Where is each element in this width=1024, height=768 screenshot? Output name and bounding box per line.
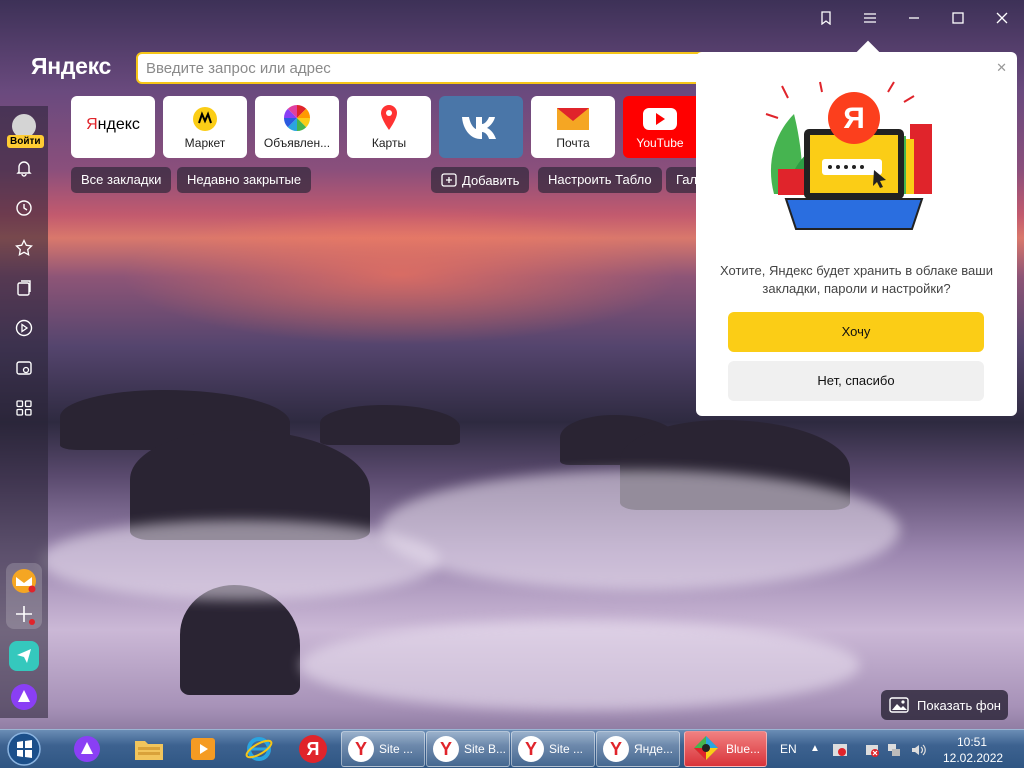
alice-taskbar-icon[interactable] <box>68 731 106 767</box>
taskbar-window-3[interactable]: Y Site ... <box>511 731 595 767</box>
laptop-illustration-icon: Я <box>765 81 932 230</box>
taskbar-window-label: Blue... <box>726 742 761 756</box>
all-bookmarks-button[interactable]: Все закладки <box>71 167 172 193</box>
add-square-icon <box>441 173 457 187</box>
show-background-label: Показать фон <box>917 697 1001 713</box>
bell-icon[interactable] <box>12 156 36 180</box>
show-hidden-icons-icon[interactable]: ▲ <box>810 730 820 768</box>
taskbar-window-label: Янде... <box>634 742 673 756</box>
tile-label: Почта <box>556 136 590 150</box>
language-indicator[interactable]: EN <box>780 730 797 768</box>
minimize-icon[interactable] <box>892 0 936 36</box>
clock-time[interactable]: 10:51 <box>957 735 987 749</box>
address-bar[interactable]: Введите запрос или адрес <box>136 52 716 84</box>
sunset-glow <box>120 205 680 345</box>
youtube-icon <box>623 96 697 132</box>
yandex-browser-taskbar-icon[interactable]: Я <box>294 731 332 767</box>
cloud <box>380 470 900 590</box>
market-icon <box>163 96 247 132</box>
taskbar-window-1[interactable]: Y Site ... <box>341 731 425 767</box>
media-player-icon[interactable] <box>184 731 222 767</box>
popup-message: Хотите, Яндекс будет хранить в облаке ва… <box>720 263 993 296</box>
tile-vk[interactable] <box>439 96 523 158</box>
mail-app-icon[interactable] <box>9 566 39 596</box>
internet-explorer-icon[interactable] <box>240 731 278 767</box>
tile-mail[interactable]: Почта <box>531 96 615 158</box>
messenger-app-icon[interactable] <box>9 641 39 671</box>
clock-date[interactable]: 12.02.2022 <box>943 751 1003 765</box>
tile-label: Маркет <box>184 136 226 150</box>
play-icon[interactable] <box>12 316 36 340</box>
yandex-logo[interactable]: Яндекс <box>31 53 111 80</box>
explorer-folder-icon[interactable] <box>130 731 168 767</box>
bluestacks-icon <box>694 736 718 760</box>
add-panel-icon[interactable] <box>9 599 39 629</box>
cloud-sync-popup: ✕ Я Хотите, Яндекс будет хранить в облак… <box>696 40 1017 416</box>
taskbar: Я Y Site ... Y Site B... Y Site ... Y Ян… <box>0 729 1024 768</box>
ads-pinwheel-icon <box>255 96 339 132</box>
alice-icon[interactable] <box>9 682 39 712</box>
tile-label: Карты <box>371 136 407 150</box>
taskbar-window-4[interactable]: Y Янде... <box>596 731 680 767</box>
recently-closed-button[interactable]: Недавно закрытые <box>177 167 312 193</box>
yandex-browser-icon: Y <box>518 736 544 762</box>
brand-letter-icon: Я <box>843 102 865 135</box>
taskbar-window-label: Site ... <box>379 742 414 756</box>
start-button[interactable] <box>6 731 48 767</box>
taskbar-window-label: Site ... <box>549 742 584 756</box>
tile-label: YouTube <box>636 136 684 150</box>
volume-icon[interactable] <box>910 730 928 768</box>
want-button[interactable]: Хочу <box>728 312 984 352</box>
tray-app-icon[interactable] <box>832 730 848 768</box>
show-background-button[interactable]: Показать фон <box>881 690 1008 720</box>
no-thanks-button[interactable]: Нет, спасибо <box>728 361 984 401</box>
popup-close-icon[interactable]: ✕ <box>996 60 1007 76</box>
vk-icon <box>439 96 523 158</box>
add-tile-label: Добавить <box>462 172 520 188</box>
tile-market[interactable]: Маркет <box>163 96 247 158</box>
yandex-browser-icon: Y <box>348 736 374 762</box>
screenshot-icon[interactable] <box>12 356 36 380</box>
yandex-wordmark-icon: Яндекс <box>86 116 140 133</box>
yandex-browser-icon: Y <box>433 736 459 762</box>
mountain <box>180 585 300 695</box>
menu-icon[interactable] <box>848 0 892 36</box>
cloud <box>300 620 860 710</box>
network-icon[interactable] <box>886 730 902 768</box>
taskbar-window-label: Site B... <box>464 742 507 756</box>
popup-arrow <box>856 40 880 64</box>
action-center-icon[interactable] <box>864 730 880 768</box>
history-icon[interactable] <box>12 196 36 220</box>
collections-icon[interactable] <box>12 276 36 300</box>
tile-youtube[interactable]: YouTube <box>623 96 697 158</box>
mail-envelope-icon <box>531 96 615 132</box>
customize-tableau-button[interactable]: Настроить Табло <box>538 167 662 193</box>
tile-ads[interactable]: Объявлен... <box>255 96 339 158</box>
map-pin-icon <box>347 96 431 132</box>
gallery-button[interactable]: Гал <box>666 167 696 193</box>
yandex-browser-icon: Y <box>603 736 629 762</box>
taskbar-window-5[interactable]: Blue... <box>684 731 767 767</box>
apps-grid-icon[interactable] <box>12 396 36 420</box>
tile-maps[interactable]: Карты <box>347 96 431 158</box>
bookmarks-icon[interactable] <box>804 0 848 36</box>
taskbar-window-2[interactable]: Y Site B... <box>426 731 510 767</box>
image-icon <box>889 697 909 713</box>
login-badge[interactable]: Войти <box>7 135 44 148</box>
tile-yandex[interactable]: Яндекс <box>71 96 155 158</box>
maximize-icon[interactable] <box>936 0 980 36</box>
close-icon[interactable] <box>980 0 1024 36</box>
tile-label: Объявлен... <box>263 136 331 150</box>
add-tile-button[interactable]: Добавить <box>431 167 530 193</box>
window-controls <box>804 0 1024 36</box>
star-icon[interactable] <box>12 236 36 260</box>
mountain <box>320 405 460 445</box>
